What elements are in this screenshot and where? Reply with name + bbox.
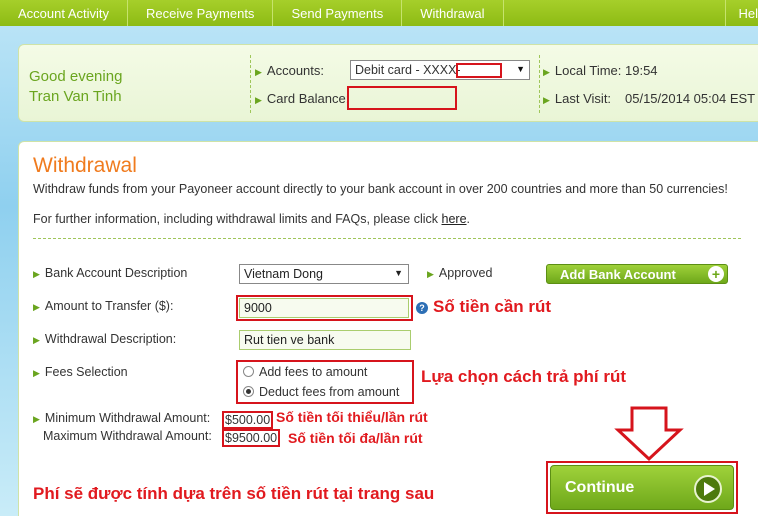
accounts-select-value: Debit card - XXXX- <box>355 63 461 77</box>
help-link[interactable]: here <box>442 212 467 226</box>
chevron-down-icon: ▼ <box>516 64 525 74</box>
nav-receive-payments[interactable]: Receive Payments <box>128 0 274 26</box>
fees-annotation: Lựa chọn cách trả phí rút <box>421 367 627 386</box>
divider <box>250 55 251 113</box>
redaction-box <box>456 63 502 78</box>
add-bank-account-button[interactable]: Add Bank Account + <box>546 264 728 284</box>
withdrawal-description-label: ▶ Withdrawal Description: <box>33 332 176 346</box>
nav-help[interactable]: Hel <box>725 0 758 26</box>
continue-button-label: Continue <box>565 478 635 496</box>
amount-annotation: Số tiền cần rút <box>433 297 552 316</box>
withdrawal-description-value: Rut tien ve bank <box>244 333 335 347</box>
more-info: For further information, including withd… <box>33 212 470 226</box>
chevron-down-icon: ▼ <box>394 268 403 278</box>
card-balance-label-text: Card Balance: <box>266 91 350 106</box>
continue-button[interactable]: Continue <box>550 465 734 510</box>
approved-status-text: Approved <box>438 266 493 280</box>
arrow-icon: ▶ <box>255 95 262 105</box>
plus-icon: + <box>708 266 724 282</box>
last-visit-label: ▶ Last Visit: <box>543 91 611 106</box>
help-icon[interactable]: ? <box>416 302 428 314</box>
accounts-label: ▶ Accounts: <box>255 63 324 78</box>
play-arrow-icon <box>694 475 722 503</box>
withdrawal-panel: Withdrawal Withdraw funds from your Payo… <box>18 141 758 516</box>
down-arrow-icon <box>614 406 684 462</box>
bank-account-label: ▶ Bank Account Description <box>33 266 187 280</box>
arrow-icon: ▶ <box>33 368 40 378</box>
fees-selection-label: ▶ Fees Selection <box>33 365 128 379</box>
minimum-withdrawal-label: ▶ Minimum Withdrawal Amount: <box>33 411 210 425</box>
local-time-label: ▶ Local Time: <box>543 63 621 78</box>
accounts-select[interactable]: Debit card - XXXX- ▼ <box>350 60 530 80</box>
last-visit-label-text: Last Visit: <box>554 91 612 106</box>
account-summary-panel: Good evening Tran Van Tinh ▶ Accounts: De… <box>18 44 758 122</box>
divider <box>539 55 540 113</box>
arrow-icon: ▶ <box>33 302 40 312</box>
local-time-value: 19:54 <box>625 63 658 78</box>
withdrawal-description-label-text: Withdrawal Description: <box>44 332 177 346</box>
minimum-withdrawal-value: $500.00 <box>222 411 274 429</box>
greeting-line: Good evening <box>29 68 123 85</box>
approved-status: ▶ Approved <box>427 266 492 280</box>
local-time-label-text: Local Time: <box>554 63 622 78</box>
card-balance-redaction <box>347 86 457 110</box>
maximum-withdrawal-value: $9500.00 <box>222 429 281 447</box>
greeting: Good evening Tran Van Tinh <box>29 67 122 107</box>
highlight-box <box>236 360 414 404</box>
minimum-annotation: Số tiền tối thiểu/lần rút <box>276 409 428 425</box>
amount-label-text: Amount to Transfer ($): <box>44 299 174 313</box>
top-navigation: Account Activity Receive Payments Send P… <box>0 0 758 26</box>
arrow-icon: ▶ <box>543 67 550 77</box>
arrow-icon: ▶ <box>543 95 550 105</box>
minimum-withdrawal-label-text: Minimum Withdrawal Amount: <box>44 411 211 425</box>
card-balance-label: ▶ Card Balance: <box>255 91 349 106</box>
amount-label: ▶ Amount to Transfer ($): <box>33 299 173 313</box>
bank-account-select[interactable]: Vietnam Dong ▼ <box>239 264 409 284</box>
more-info-text: For further information, including withd… <box>33 212 442 226</box>
page-title: Withdrawal <box>33 154 137 177</box>
nav-send-payments[interactable]: Send Payments <box>273 0 403 26</box>
bank-account-select-value: Vietnam Dong <box>244 267 323 281</box>
user-name: Tran Van Tinh <box>29 88 122 105</box>
bottom-annotation: Phí sẽ được tính dựa trên số tiền rút tạ… <box>33 484 435 503</box>
maximum-withdrawal-label: Maximum Withdrawal Amount: <box>43 429 212 443</box>
arrow-icon: ▶ <box>427 269 434 279</box>
add-bank-account-label: Add Bank Account <box>560 266 676 282</box>
arrow-icon: ▶ <box>33 414 40 424</box>
more-info-period: . <box>466 212 471 226</box>
arrow-icon: ▶ <box>33 269 40 279</box>
bank-account-label-text: Bank Account Description <box>44 266 188 280</box>
maximum-annotation: Số tiền tối đa/lần rút <box>288 430 423 446</box>
nav-withdrawal[interactable]: Withdrawal <box>402 0 504 26</box>
highlight-box <box>236 295 413 321</box>
fees-selection-label-text: Fees Selection <box>44 365 128 379</box>
arrow-icon: ▶ <box>33 335 40 345</box>
accounts-label-text: Accounts: <box>266 63 325 78</box>
last-visit-value: 05/15/2014 05:04 EST <box>625 91 756 106</box>
arrow-icon: ▶ <box>255 67 262 77</box>
nav-account-activity[interactable]: Account Activity <box>0 0 129 26</box>
withdrawal-description-input[interactable]: Rut tien ve bank <box>239 330 411 350</box>
divider <box>33 238 741 239</box>
description: Withdraw funds from your Payoneer accoun… <box>33 182 728 196</box>
